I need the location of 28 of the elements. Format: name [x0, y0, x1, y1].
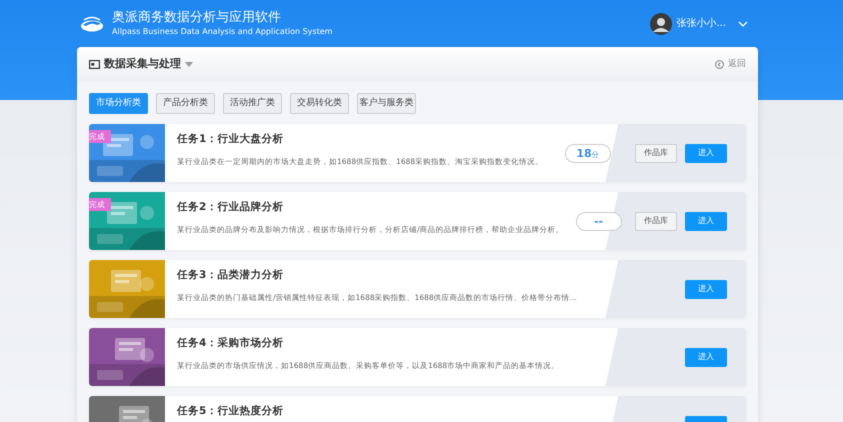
- tab[interactable]: 客户与服务类: [357, 93, 416, 114]
- caret-icon[interactable]: [185, 62, 193, 67]
- enter-button[interactable]: 进入: [685, 144, 727, 162]
- task-title: 任务3：品类潜力分析: [177, 268, 284, 283]
- tab[interactable]: 产品分析类: [156, 93, 215, 114]
- task-title: 任务5：行业热度分析: [177, 404, 284, 419]
- tab[interactable]: 活动推广类: [223, 93, 282, 114]
- score-badge: --: [576, 212, 622, 230]
- enter-button[interactable]: 进入: [685, 212, 727, 230]
- user-name[interactable]: 张张小小...: [676, 16, 726, 31]
- works-button[interactable]: 作品库: [635, 144, 677, 162]
- tab[interactable]: 交易转化类: [290, 93, 349, 114]
- tab[interactable]: 市场分析类: [89, 93, 148, 114]
- panel-title: 数据采集与处理: [104, 56, 181, 72]
- avatar[interactable]: [650, 12, 672, 34]
- works-button[interactable]: 作品库: [635, 212, 677, 230]
- task-title: 任务2：行业品牌分析: [177, 200, 284, 215]
- enter-button[interactable]: 进入: [685, 348, 727, 366]
- back-icon[interactable]: [715, 60, 724, 69]
- app-subtitle: Allpass Business Data Analysis and Application System: [112, 26, 332, 38]
- enter-button[interactable]: 进入: [685, 280, 727, 298]
- app-title: 奥派商务数据分析与应用软件: [112, 10, 282, 26]
- chevron-down-icon[interactable]: [738, 20, 748, 26]
- back-link[interactable]: 返回: [715, 58, 746, 72]
- logo-icon: [80, 16, 104, 32]
- task-title: 任务1：行业大盘分析: [177, 132, 284, 147]
- task-title: 任务4：采购市场分析: [177, 336, 284, 351]
- card-icon: [89, 60, 100, 69]
